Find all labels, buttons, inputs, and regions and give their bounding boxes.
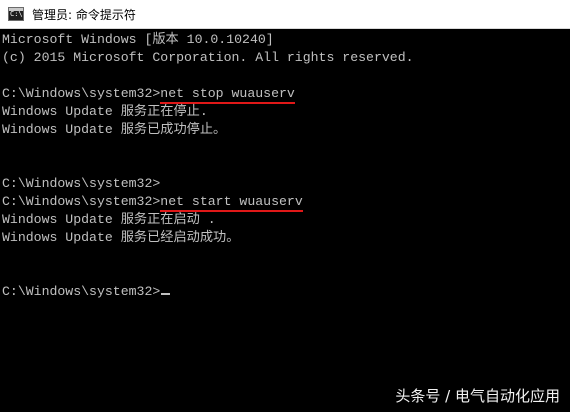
console-line: C:\Windows\system32> [2, 176, 161, 191]
cmd-icon: C:\ [8, 7, 24, 21]
title-bar[interactable]: C:\ 管理员: 命令提示符 [0, 0, 570, 29]
command-line: C:\Windows\system32>net stop wuauserv [2, 85, 295, 104]
console-line: Windows Update 服务已经启动成功。 [2, 230, 240, 245]
command-net-stop: net stop wuauserv [160, 86, 295, 104]
text-cursor [161, 293, 171, 295]
prompt: C:\Windows\system32> [2, 86, 161, 101]
console-line: Windows Update 服务正在停止. [2, 104, 208, 119]
prompt: C:\Windows\system32> [2, 194, 161, 209]
command-net-start: net start wuauserv [160, 194, 303, 212]
console-line: Windows Update 服务正在启动 . [2, 212, 216, 227]
input-line[interactable]: C:\Windows\system32> [2, 283, 171, 301]
console-line: Microsoft Windows [版本 10.0.10240] [2, 32, 274, 47]
window-title: 管理员: 命令提示符 [32, 8, 136, 22]
prompt: C:\Windows\system32> [2, 284, 161, 299]
watermark: 头条号 / 电气自动化应用 [395, 387, 560, 405]
command-line: C:\Windows\system32>net start wuauserv [2, 193, 303, 212]
console-output[interactable]: Microsoft Windows [版本 10.0.10240] (c) 20… [0, 31, 570, 412]
console-line: (c) 2015 Microsoft Corporation. All righ… [2, 50, 414, 65]
console-line: Windows Update 服务已成功停止。 [2, 122, 227, 137]
